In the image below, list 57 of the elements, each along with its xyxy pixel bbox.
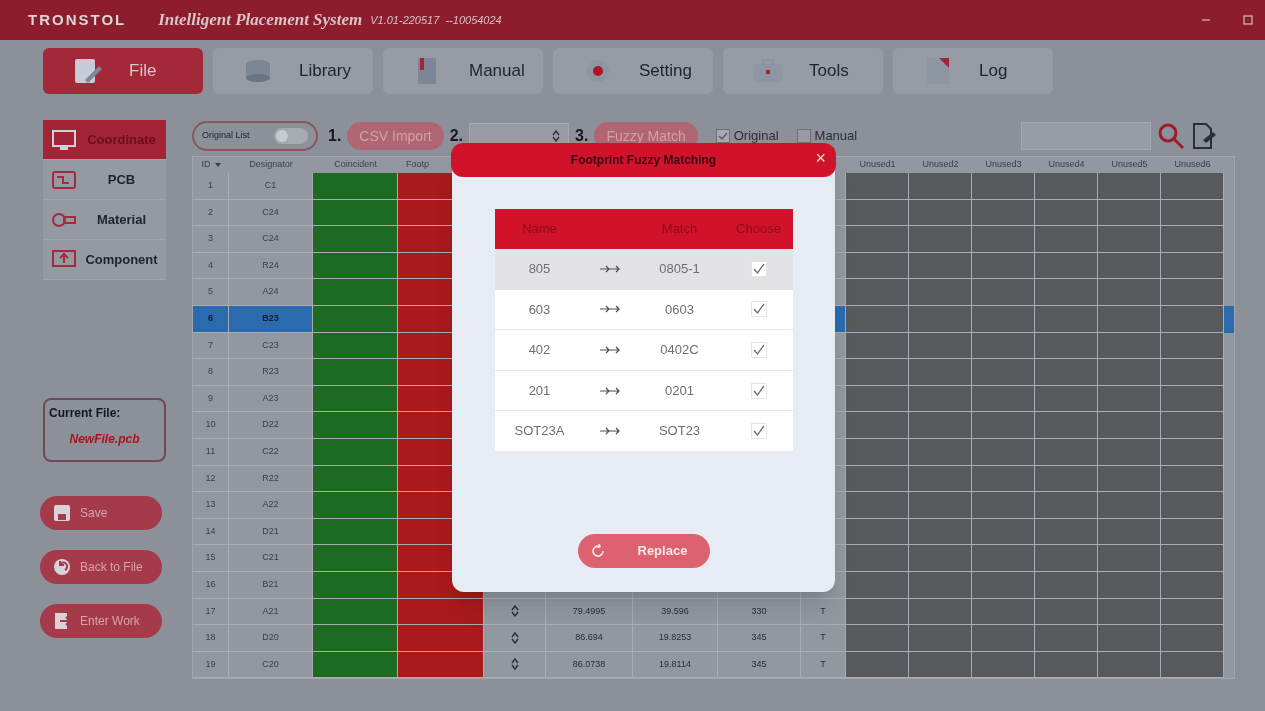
match-footprint: 0402C [659,341,700,360]
table-cell: 5 [193,279,229,306]
table-cell-text: T [820,657,826,671]
table-cell-text: 330 [751,604,767,618]
column-header: Match [660,220,699,239]
table-cell: 12 [193,465,229,493]
table-cell: 13 [193,492,229,519]
table-cell: 15 [193,545,229,572]
table-cell: 3 [193,226,229,253]
match-footprint: 0805-1 [658,260,701,279]
table-cell-text: 86.0738 [572,657,606,671]
column-header: Choose [735,220,782,239]
table-cell: 7 [193,332,229,360]
column-header: Name [521,220,558,239]
table-cell-text: 345 [751,657,767,671]
current-file-name: NewFile.pcb [68,431,141,448]
toggle-label: Original List [202,129,250,143]
table-cell: 19.8253 [658,631,692,645]
table-cell: 17 [193,598,229,626]
table-cell: 18 [193,625,229,652]
table-cell: T [820,631,826,645]
table-cell: 4 [193,252,229,280]
table-cell: B23 [229,305,313,333]
table-cell: 1 [193,173,229,200]
table-cell: 6 [193,305,229,333]
step-number: 2. [449,126,464,146]
step-number: 1. [328,126,342,146]
table-cell: 2 [193,199,229,227]
checkbox-label: Original [733,127,779,146]
table-cell-text: 19.8114 [659,657,691,671]
table-cell-text: 79.4995 [572,604,606,618]
match-name: 805 [527,260,552,279]
logo: TRONSTOL [28,9,127,30]
table-cell: 9 [193,385,229,413]
version-label: V1.01-220517 --10054024 [370,12,502,28]
table-cell: 345 [751,631,767,645]
match-name: 201 [527,381,552,400]
table-cell: 19 [193,651,229,679]
match-name: 402 [527,341,552,360]
table-cell: 86.694 [575,631,603,645]
match-footprint: SOT23 [657,422,702,441]
table-cell: 11 [193,438,229,466]
step-number: 3. [575,126,589,146]
window-title: Intelligent Placement System [158,9,363,32]
table-cell: 16 [193,571,229,599]
match-footprint: 0201 [664,381,695,400]
table-cell: 8 [193,359,229,386]
match-name: SOT23A [513,422,566,441]
table-cell-text: 39.596 [661,604,689,618]
table-cell: 10 [193,412,229,439]
table-cell: 14 [193,518,229,546]
match-footprint: 0603 [664,300,695,319]
dialog-title: Footprint Fuzzy Matching [570,152,717,169]
current-file-label: Current File: [49,405,122,422]
match-name: 603 [527,300,552,319]
table-cell-text: T [820,604,826,618]
checkbox-label: Manual [814,127,858,146]
